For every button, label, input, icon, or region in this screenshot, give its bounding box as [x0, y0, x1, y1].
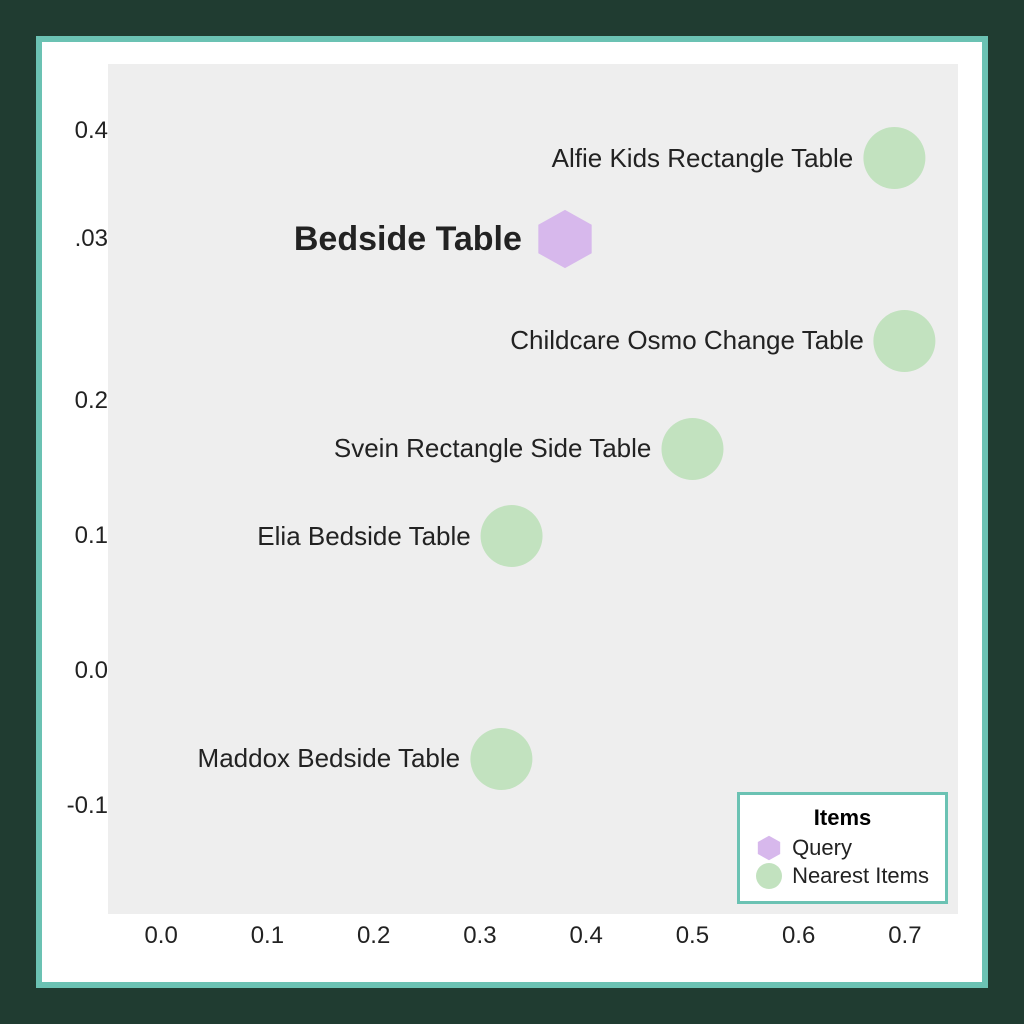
item-label: Maddox Bedside Table — [198, 743, 461, 774]
x-tick: 0.4 — [569, 922, 602, 950]
circle-marker — [874, 310, 936, 372]
item-label: Childcare Osmo Change Table — [510, 325, 864, 356]
x-tick: 0.2 — [357, 922, 390, 950]
nearest-item-point: Elia Bedside Table — [257, 505, 542, 567]
circle-marker — [863, 127, 925, 189]
plot-area: Alfie Kids Rectangle Table Childcare Osmo… — [108, 64, 958, 914]
x-tick: 0.5 — [676, 922, 709, 950]
nearest-item-point: Svein Rectangle Side Table — [334, 418, 724, 480]
x-tick: 0.0 — [144, 922, 177, 950]
item-label: Alfie Kids Rectangle Table — [552, 143, 854, 174]
legend-entry: Query — [756, 835, 929, 861]
chart-frame: Alfie Kids Rectangle Table Childcare Osmo… — [36, 36, 988, 988]
y-tick: -0.1 — [60, 792, 108, 820]
y-tick: 0.1 — [60, 522, 108, 550]
nearest-item-point: Childcare Osmo Change Table — [510, 310, 936, 372]
legend: Items QueryNearest Items — [737, 792, 948, 904]
circle-marker — [470, 728, 532, 790]
legend-title: Items — [756, 805, 929, 831]
y-tick: 0.0 — [60, 657, 108, 685]
y-tick: .03 — [60, 225, 108, 253]
x-tick: 0.1 — [251, 922, 284, 950]
hexagon-icon — [756, 835, 782, 861]
circle-marker — [661, 418, 723, 480]
nearest-item-point: Maddox Bedside Table — [198, 728, 533, 790]
nearest-item-point: Alfie Kids Rectangle Table — [552, 127, 926, 189]
legend-label: Query — [792, 835, 852, 861]
x-tick: 0.3 — [463, 922, 496, 950]
x-tick: 0.6 — [782, 922, 815, 950]
circle-marker — [481, 505, 543, 567]
y-tick: 0.2 — [60, 387, 108, 415]
item-label: Svein Rectangle Side Table — [334, 433, 652, 464]
circle-icon — [756, 863, 782, 889]
query-point: Bedside Table — [294, 208, 596, 270]
y-tick: 0.4 — [60, 117, 108, 145]
legend-entry: Nearest Items — [756, 863, 929, 889]
hexagon-icon — [534, 208, 596, 270]
query-label: Bedside Table — [294, 220, 522, 259]
x-tick: 0.7 — [888, 922, 921, 950]
legend-label: Nearest Items — [792, 863, 929, 889]
item-label: Elia Bedside Table — [257, 521, 470, 552]
